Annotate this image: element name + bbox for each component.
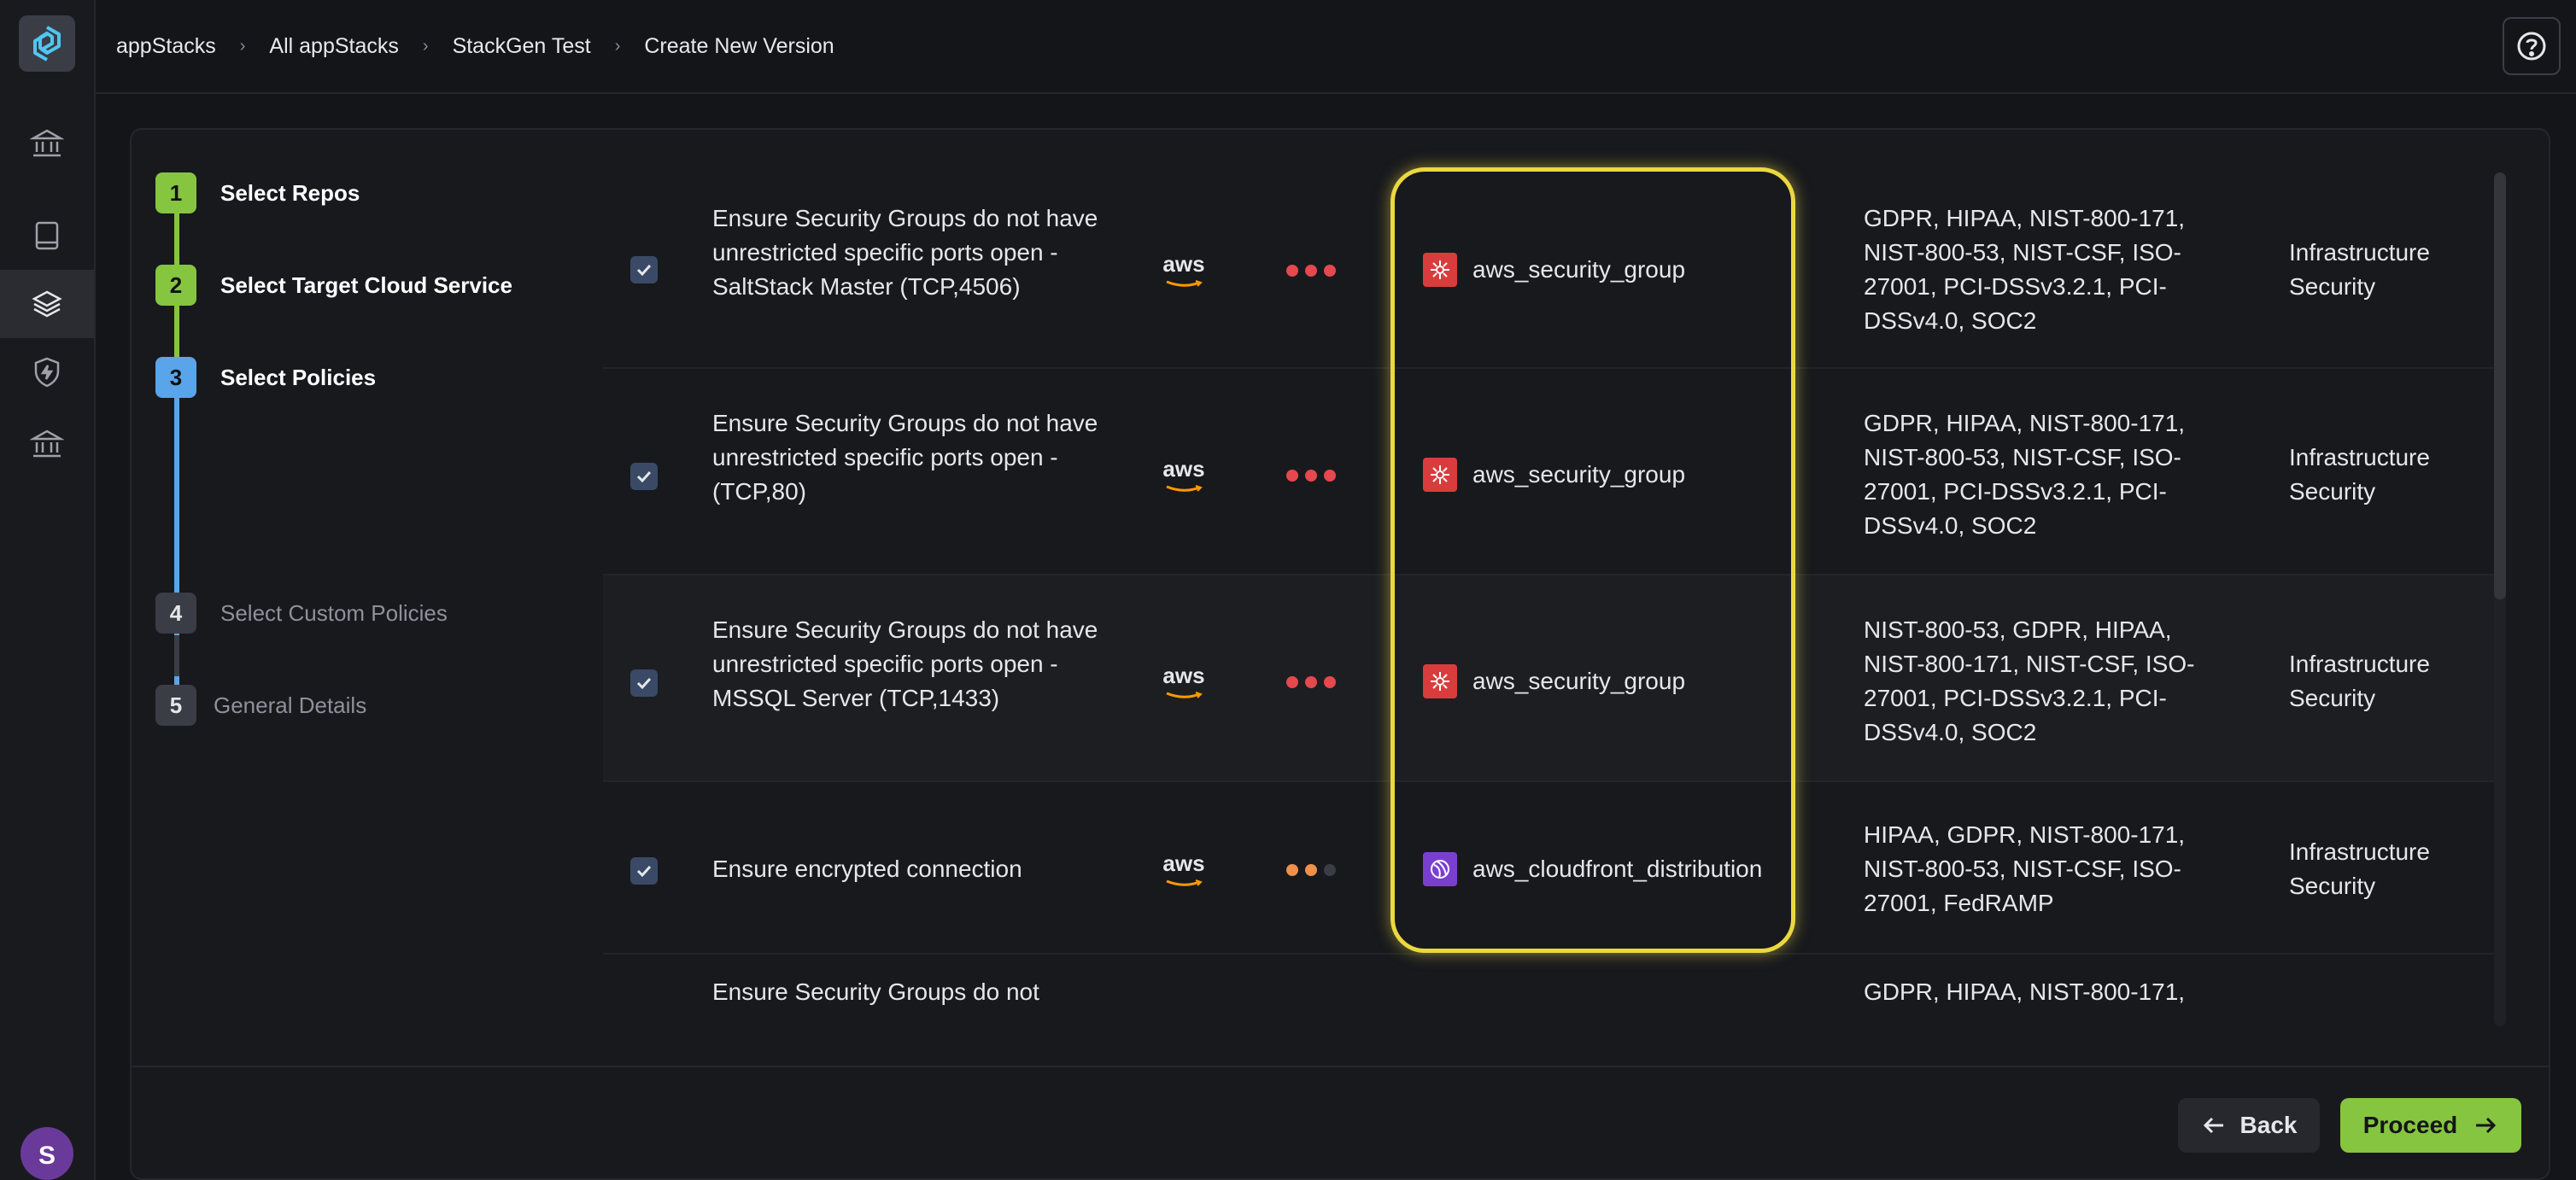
stackgen-logo[interactable] xyxy=(19,15,75,72)
checkmark-icon xyxy=(636,470,652,483)
top-header: appStacks › All appStacks › StackGen Tes… xyxy=(96,0,2576,94)
breadcrumb-item[interactable]: appStacks xyxy=(116,34,216,59)
severity-indicator xyxy=(1286,864,1336,876)
step-number: 2 xyxy=(155,265,196,306)
policy-title: Ensure Security Groups do not xyxy=(712,978,1039,1005)
severity-indicator xyxy=(1286,470,1336,482)
step-5[interactable]: 5 General Details xyxy=(155,685,366,726)
chevron-right-icon: › xyxy=(614,36,621,55)
breadcrumb-current: Create New Version xyxy=(644,33,834,58)
step-3[interactable]: 3 Select Policies xyxy=(155,357,376,398)
back-label: Back xyxy=(2239,1112,2298,1138)
chevron-right-icon: › xyxy=(422,36,429,55)
arrow-left-icon xyxy=(2203,1117,2223,1134)
step-label: Select Repos xyxy=(220,179,360,206)
checkmark-icon xyxy=(636,264,652,277)
book-icon[interactable] xyxy=(0,202,94,270)
chevron-right-icon: › xyxy=(239,36,246,55)
policy-category: Infrastructure Security xyxy=(2289,838,2430,899)
table-row[interactable]: Ensure Security Groups do not GDPR, HIPA… xyxy=(603,955,2497,1025)
checkmark-icon xyxy=(636,677,652,690)
step-number: 4 xyxy=(155,593,196,634)
row-checkbox[interactable] xyxy=(630,669,658,697)
footer-divider xyxy=(132,1066,2549,1067)
policy-category: Infrastructure Security xyxy=(2289,651,2430,711)
breadcrumb: appStacks › All appStacks › StackGen Tes… xyxy=(116,34,834,59)
step-number: 5 xyxy=(155,685,196,726)
step-4[interactable]: 4 Select Custom Policies xyxy=(155,593,448,634)
arrow-right-icon xyxy=(2476,1117,2497,1134)
policy-title: Ensure encrypted connection xyxy=(712,856,1022,882)
scrollbar-thumb[interactable] xyxy=(2494,172,2506,599)
proceed-label: Proceed xyxy=(2362,1112,2458,1138)
layers-icon[interactable] xyxy=(0,270,94,338)
table-scrollbar[interactable] xyxy=(2494,172,2506,1026)
compliance-frameworks: GDPR, HIPAA, NIST-800-171, xyxy=(1864,978,2186,1005)
policy-category: Infrastructure Security xyxy=(2289,239,2430,300)
shield-bolt-icon[interactable] xyxy=(0,338,94,406)
compliance-frameworks: HIPAA, GDPR, NIST-800-171, NIST-800-53, … xyxy=(1864,821,2186,916)
aws-logo-icon: aws xyxy=(1158,663,1209,700)
left-rail: S xyxy=(0,0,96,1180)
step-number: 3 xyxy=(155,357,196,398)
policy-title: Ensure Security Groups do not have unres… xyxy=(712,616,1098,711)
compliance-frameworks: GDPR, HIPAA, NIST-800-171, NIST-800-53, … xyxy=(1864,205,2186,334)
policy-title: Ensure Security Groups do not have unres… xyxy=(712,205,1098,300)
bank-icon[interactable] xyxy=(0,109,94,178)
severity-indicator xyxy=(1286,265,1336,277)
wizard-panel: 1 Select Repos 2 Select Target Cloud Ser… xyxy=(130,128,2550,1180)
step-connector xyxy=(174,306,179,357)
breadcrumb-item[interactable]: All appStacks xyxy=(269,34,398,59)
help-icon xyxy=(2517,32,2546,61)
step-connector xyxy=(174,213,179,265)
step-number: 1 xyxy=(155,172,196,213)
policy-category: Infrastructure Security xyxy=(2289,444,2430,505)
back-button[interactable]: Back xyxy=(2178,1098,2320,1153)
step-2[interactable]: 2 Select Target Cloud Service xyxy=(155,265,512,306)
policy-title: Ensure Security Groups do not have unres… xyxy=(712,410,1098,505)
aws-logo-icon: aws xyxy=(1158,456,1209,494)
row-checkbox[interactable] xyxy=(630,256,658,283)
bank-icon[interactable] xyxy=(0,410,94,478)
checkmark-icon xyxy=(636,865,652,878)
step-label: Select Custom Policies xyxy=(220,599,448,626)
row-checkbox[interactable] xyxy=(630,857,658,885)
aws-logo-icon: aws xyxy=(1158,850,1209,888)
compliance-frameworks: NIST-800-53, GDPR, HIPAA, NIST-800-171, … xyxy=(1864,616,2195,745)
proceed-button[interactable]: Proceed xyxy=(2340,1098,2521,1153)
breadcrumb-item[interactable]: StackGen Test xyxy=(453,34,591,59)
resource-column-highlight xyxy=(1390,167,1795,953)
aws-logo-icon: aws xyxy=(1158,251,1209,289)
help-button[interactable] xyxy=(2503,17,2561,75)
step-label: Select Policies xyxy=(220,364,377,390)
step-1[interactable]: 1 Select Repos xyxy=(155,172,360,213)
step-connector xyxy=(174,635,179,676)
step-label: General Details xyxy=(214,692,367,718)
user-avatar[interactable]: S xyxy=(20,1127,73,1180)
severity-indicator xyxy=(1286,676,1336,688)
row-checkbox[interactable] xyxy=(630,463,658,490)
step-label: Select Target Cloud Service xyxy=(220,272,512,298)
compliance-frameworks: GDPR, HIPAA, NIST-800-171, NIST-800-53, … xyxy=(1864,410,2186,539)
